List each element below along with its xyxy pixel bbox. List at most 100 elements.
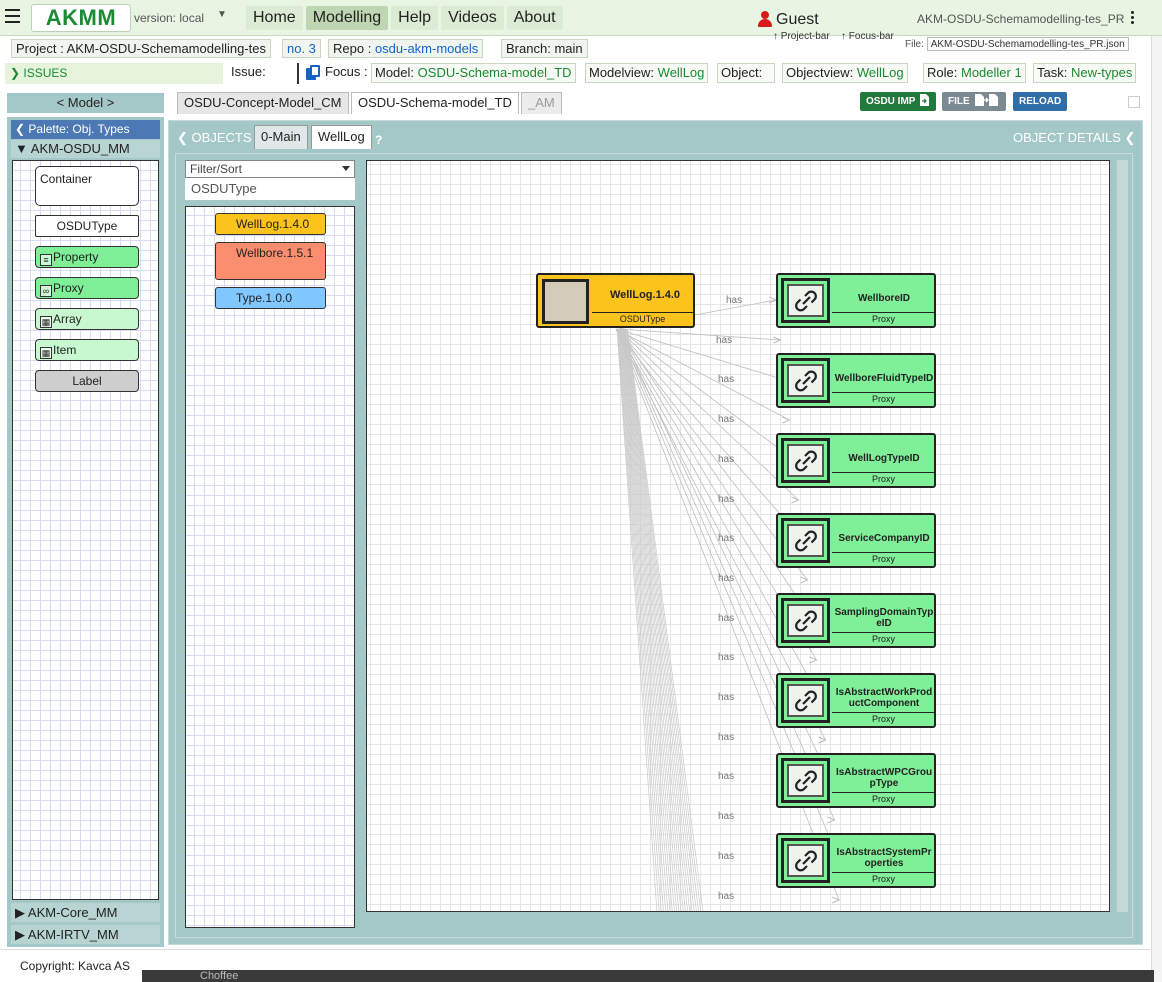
link-icon: [781, 838, 830, 883]
link-icon: [781, 758, 830, 803]
link-icon: [781, 438, 830, 483]
tab-schema-model[interactable]: OSDU-Schema-model_TD: [351, 92, 519, 114]
proxy-node[interactable]: IsAbstractWorkProductComponent Proxy: [776, 673, 936, 728]
tab-am-model[interactable]: _AM: [521, 92, 562, 114]
filter-sort-select[interactable]: Filter/Sort: [185, 160, 355, 178]
file-name[interactable]: AKM-OSDU-Schemamodelling-tes_PR.json: [926, 37, 1129, 51]
nav-videos[interactable]: Videos: [441, 6, 504, 30]
object-node-type[interactable]: Type.1.0.0: [215, 287, 326, 309]
branch-chip[interactable]: Branch: main: [501, 39, 588, 58]
palette-metamodel-core[interactable]: ▶ AKM-Core_MM: [11, 903, 160, 922]
link-icon: [781, 278, 830, 323]
relationship-edge: [617, 328, 662, 911]
focus-role[interactable]: Role: Modeller 1: [923, 63, 1026, 83]
proxy-node[interactable]: WellLogTypeID Proxy: [776, 433, 936, 488]
object-details-toggle[interactable]: OBJECT DETAILS ❮: [1013, 130, 1135, 146]
view-tab-main[interactable]: 0-Main: [254, 125, 308, 149]
relation-label: has: [718, 414, 735, 426]
model-tab-row: < Model > OSDU-Concept-Model_CM OSDU-Sch…: [0, 90, 1162, 114]
brand-logo[interactable]: AKMM: [31, 4, 131, 32]
hamburger-menu-icon[interactable]: [5, 9, 20, 25]
palette-item-proxy[interactable]: ∞ Proxy: [35, 277, 139, 299]
chevron-right-icon: ❯: [10, 66, 21, 80]
help-icon[interactable]: ?: [375, 133, 382, 147]
modelling-panel: ❮ OBJECTS 0-Main WellLog ? OBJECT DETAIL…: [168, 120, 1143, 945]
palette-item-osdutype[interactable]: OSDUType: [35, 215, 139, 237]
proxy-node[interactable]: WellboreID Proxy: [776, 273, 936, 328]
file-button[interactable]: FILE: [942, 92, 1006, 111]
relationship-edge: [617, 328, 781, 341]
object-node-welllog[interactable]: WellLog.1.4.0: [215, 213, 326, 235]
copy-icon[interactable]: [306, 65, 320, 80]
user-icon[interactable]: [758, 11, 772, 27]
relation-label: has: [718, 533, 735, 545]
grid-icon: ▦: [40, 316, 52, 328]
relation-label: has: [718, 612, 735, 624]
reload-button[interactable]: RELOAD: [1013, 92, 1068, 111]
proxy-node[interactable]: SamplingDomainTypeID Proxy: [776, 593, 936, 648]
nav-help[interactable]: Help: [391, 6, 439, 30]
palette-item-label[interactable]: Label: [35, 370, 139, 392]
file-chip: File: AKM-OSDU-Schemamodelling-tes_PR.js…: [905, 37, 1129, 53]
relation-label: has: [718, 771, 735, 783]
repo-chip[interactable]: Repo : osdu-akm-models: [328, 39, 484, 58]
relationship-edges: [615, 296, 841, 911]
palette-item-array[interactable]: ▦ Array: [35, 308, 139, 330]
palette-item-container[interactable]: Container: [35, 166, 139, 206]
nav-home[interactable]: Home: [246, 6, 303, 30]
user-name[interactable]: Guest: [776, 11, 819, 29]
file-title: AKM-OSDU-Schemamodelling-tes_PR: [917, 12, 1125, 26]
nav-modelling[interactable]: Modelling: [305, 6, 389, 30]
link-icon: [781, 358, 830, 403]
focus-bar: ❯ ISSUES Issue: Focus : Model: OSDU-Sche…: [0, 60, 1162, 87]
relation-label: has: [716, 334, 733, 346]
triangle-down-icon: ▼: [15, 141, 28, 156]
model-toggle-button[interactable]: < Model >: [7, 93, 164, 113]
version-dropdown-icon[interactable]: ▼: [217, 9, 227, 20]
objects-toggle[interactable]: ❮ OBJECTS: [177, 130, 252, 146]
branch-name: main: [554, 41, 583, 56]
nav-about[interactable]: About: [506, 6, 563, 30]
focus-task[interactable]: Task: New-types: [1033, 63, 1137, 83]
project-chip[interactable]: Project : AKM-OSDU-Schemamodelling-tes: [11, 39, 271, 58]
proxy-node[interactable]: WellboreFluidTypeID Proxy: [776, 353, 936, 408]
chevron-left-icon: ❮: [15, 122, 26, 136]
more-options-icon[interactable]: [1131, 11, 1135, 25]
focus-object[interactable]: Object:: [717, 63, 775, 83]
palette-header[interactable]: ❮ Palette: Obj. Types: [11, 120, 160, 139]
project-number-chip[interactable]: no. 3: [282, 39, 321, 58]
proxy-node[interactable]: IsAbstractWPCGroupType Proxy: [776, 753, 936, 808]
focus-bar-hint[interactable]: ↑ Focus-bar: [841, 31, 894, 42]
focus-model[interactable]: Model: OSDU-Schema-model_TD: [371, 63, 576, 83]
tab-concept-model[interactable]: OSDU-Concept-Model_CM: [177, 92, 349, 114]
file-export-import-icon: [974, 94, 998, 106]
objects-grid: WellLog.1.4.0 Wellbore.1.5.1 Type.1.0.0: [185, 206, 355, 928]
osdu-import-button[interactable]: OSDU IMP: [860, 92, 937, 111]
focus-modelview[interactable]: Modelview: WellLog: [585, 63, 709, 83]
repo-name: osdu-akm-models: [374, 41, 479, 56]
diagram-scrollbar[interactable]: [1116, 160, 1128, 912]
object-node-wellbore[interactable]: Wellbore.1.5.1: [215, 242, 326, 280]
version-label: version: local: [134, 11, 205, 25]
project-bar-hint[interactable]: ↑ Project-bar: [773, 31, 830, 42]
link-icon: ∞: [40, 285, 52, 297]
diagram-canvas[interactable]: WellLog.1.4.0 OSDUType WellboreID Proxy We…: [366, 160, 1110, 912]
palette-item-property[interactable]: ≡ Property: [35, 246, 139, 268]
palette-grid: Container OSDUType ≡ Property ∞ Proxy ▦ Arr…: [12, 160, 159, 900]
proxy-node[interactable]: IsAbstractSystemProperties Proxy: [776, 833, 936, 888]
view-tab-welllog[interactable]: WellLog: [311, 125, 372, 149]
project-name: AKM-OSDU-Schemamodelling-tes: [66, 41, 266, 56]
relationship-edge: [620, 328, 673, 911]
focus-objectview[interactable]: Objectview: WellLog: [782, 63, 908, 83]
chevron-down-icon: [342, 166, 350, 171]
main-object-node[interactable]: WellLog.1.4.0 OSDUType: [536, 273, 695, 328]
palette-item-item[interactable]: ▦ Item: [35, 339, 139, 361]
palette-metamodel-irtv[interactable]: ▶ AKM-IRTV_MM: [11, 925, 160, 944]
background-window-text: Choffee: [200, 970, 239, 982]
palette-metamodel-current[interactable]: ▼ AKM-OSDU_MM: [11, 140, 160, 158]
relation-label: has: [718, 652, 735, 664]
chevron-left-icon: ❮: [177, 130, 188, 145]
issues-toggle[interactable]: ❯ ISSUES: [5, 63, 223, 84]
proxy-node[interactable]: ServiceCompanyID Proxy: [776, 513, 936, 568]
external-link-icon[interactable]: [1128, 96, 1140, 108]
